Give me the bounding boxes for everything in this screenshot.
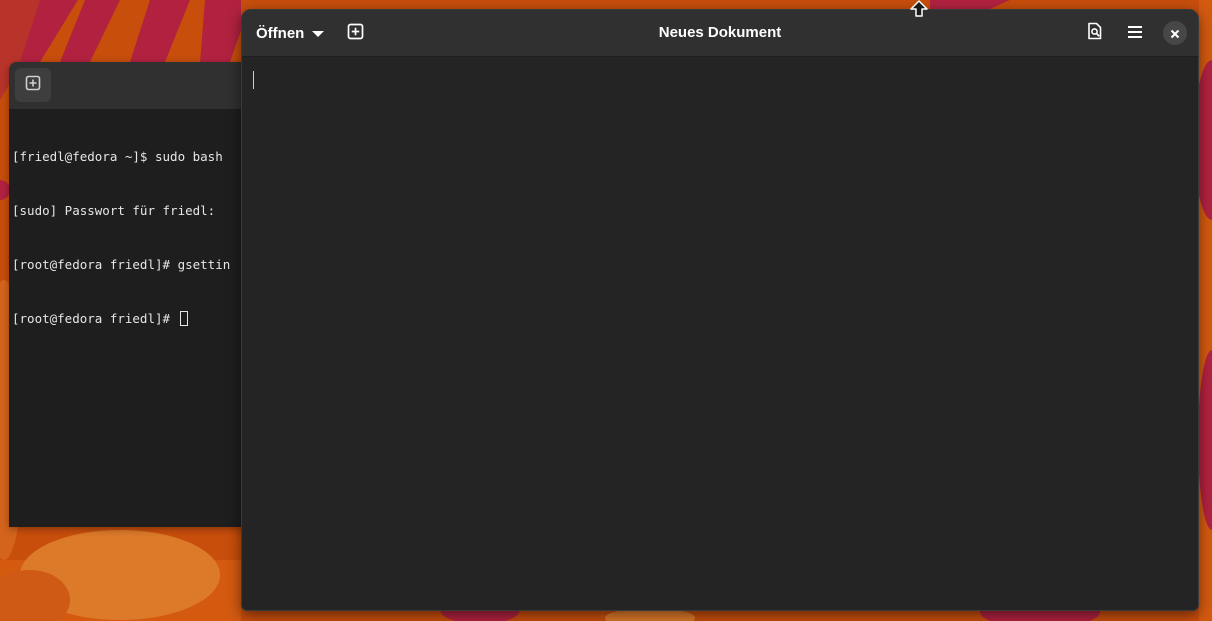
desktop: [friedl@fedora ~]$ sudo bash [sudo] Pass… xyxy=(0,0,1212,621)
terminal-line: [friedl@fedora ~]$ sudo bash xyxy=(12,149,223,164)
new-tab-button[interactable] xyxy=(15,68,51,102)
main-menu-button[interactable] xyxy=(1118,17,1152,49)
terminal-line: [sudo] Passwort für friedl: xyxy=(12,203,216,218)
text-caret xyxy=(253,71,254,89)
terminal-prompt-line: [root@fedora friedl]# xyxy=(12,310,230,328)
text-editor-window[interactable]: Öffnen Neues Dokument xyxy=(241,9,1199,611)
document-search-icon xyxy=(1086,22,1104,44)
tab-new-icon xyxy=(25,75,41,95)
terminal-cursor xyxy=(179,311,188,326)
close-icon xyxy=(1170,24,1180,43)
terminal-output[interactable]: [friedl@fedora ~]$ sudo bash [sudo] Pass… xyxy=(12,112,230,364)
editor-headerbar[interactable]: Öffnen Neues Dokument xyxy=(242,10,1198,57)
terminal-titlebar[interactable] xyxy=(9,62,269,110)
hamburger-menu-icon xyxy=(1127,24,1143,43)
close-button[interactable] xyxy=(1163,21,1187,45)
terminal-window[interactable]: [friedl@fedora ~]$ sudo bash [sudo] Pass… xyxy=(9,62,269,527)
terminal-line: [root@fedora friedl]# gsettin xyxy=(12,257,231,272)
search-button[interactable] xyxy=(1078,17,1112,49)
document-text-area[interactable] xyxy=(242,57,1198,610)
document-title: Neues Dokument xyxy=(658,24,782,41)
resize-cursor-icon xyxy=(910,0,928,17)
terminal-prompt: [root@fedora friedl]# xyxy=(12,311,178,326)
